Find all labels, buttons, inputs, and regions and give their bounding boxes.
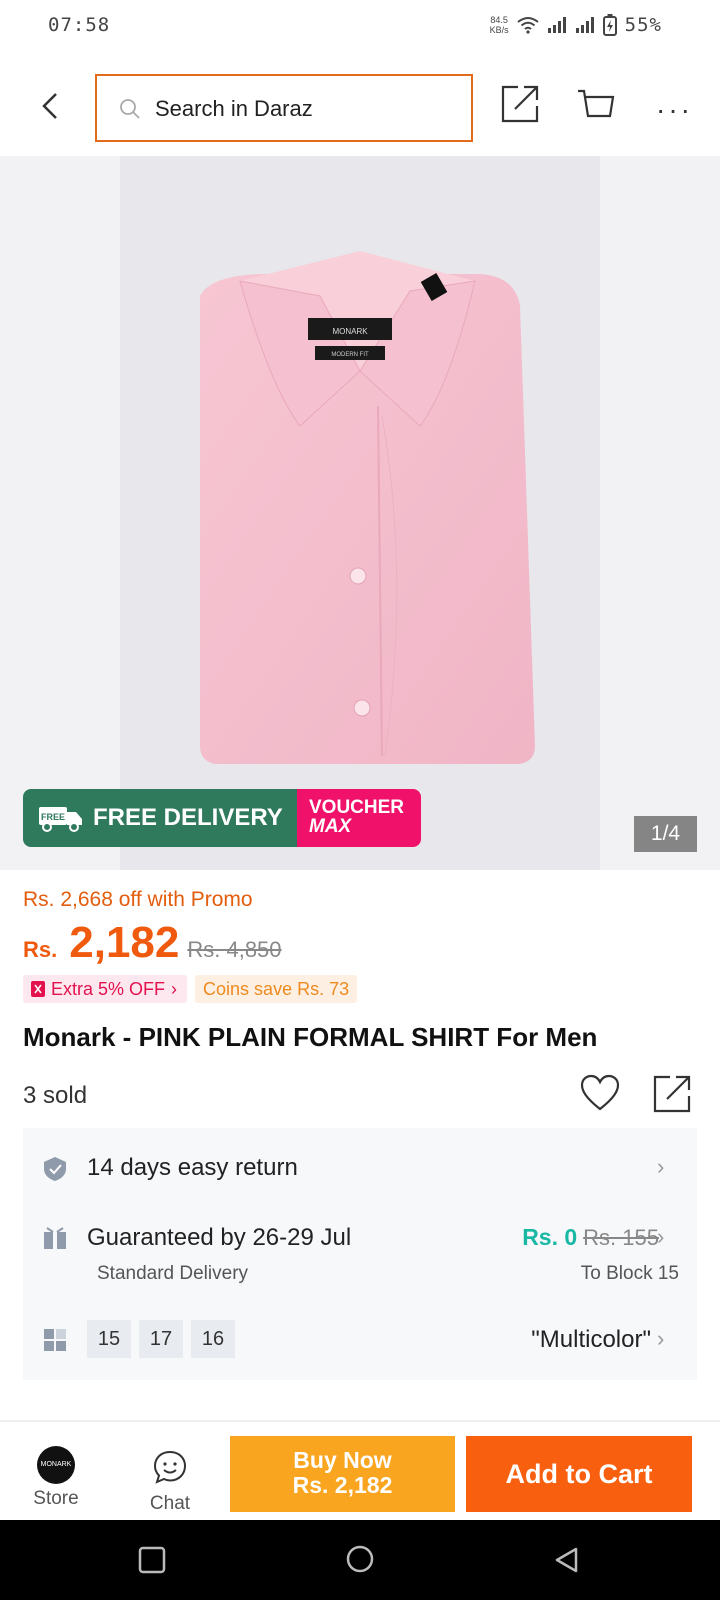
free-delivery-section: FREE FREE DELIVERY [23, 789, 297, 847]
wifi-icon [517, 17, 539, 34]
network-speed: 84.5 KB/s [489, 15, 509, 35]
delivery-location: To Block 15 [580, 1263, 679, 1284]
store-logo: MONARK [37, 1446, 75, 1484]
shield-check-icon [44, 1157, 66, 1181]
status-icons: 84.5 KB/s 55% [490, 14, 662, 36]
size-options: 15 17 16 [87, 1320, 235, 1358]
delivery-box-icon [44, 1227, 66, 1249]
status-bar: 07:58 84.5 KB/s 55% [0, 0, 720, 56]
system-nav-bar [0, 1520, 720, 1600]
search-placeholder: Search in Daraz [155, 96, 313, 121]
wishlist-heart-icon[interactable] [580, 1074, 620, 1112]
chevron-right-icon[interactable]: › [657, 1154, 664, 1180]
signal-icon-2 [575, 17, 594, 33]
info-card: 14 days easy return › Guaranteed by 26-2… [23, 1128, 697, 1380]
more-options-icon[interactable]: ··· [656, 94, 693, 126]
signal-icon [547, 17, 566, 33]
coins-tag: Coins save Rs. 73 [195, 975, 358, 1003]
delivery-truck-icon: FREE [39, 807, 82, 832]
size-option[interactable]: 17 [139, 1320, 183, 1358]
extra-off-tag[interactable]: Extra 5% OFF › [23, 975, 188, 1003]
size-option[interactable]: 15 [87, 1320, 131, 1358]
product-title: Monark - PINK PLAIN FORMAL SHIRT For Men [23, 1022, 598, 1052]
return-policy[interactable]: 14 days easy return [87, 1154, 298, 1182]
chat-icon [153, 1450, 187, 1484]
free-delivery-text: FREE DELIVERY [93, 804, 283, 831]
search-icon [120, 99, 140, 119]
svg-text:MODERN FIT: MODERN FIT [331, 352, 369, 358]
price-currency: Rs. [23, 937, 58, 962]
cart-icon[interactable] [576, 86, 616, 124]
price-tags: Extra 5% OFF › Coins save Rs. 73 [23, 975, 358, 1003]
chat-label: Chat [149, 1493, 191, 1514]
add-to-cart-button[interactable]: Add to Cart [466, 1436, 692, 1512]
back-arrow-icon[interactable] [30, 86, 70, 126]
store-button[interactable]: MONARK Store [22, 1446, 90, 1510]
recent-apps-icon[interactable] [138, 1546, 166, 1574]
delivery-guarantee[interactable]: Guaranteed by 26-29 Jul [87, 1224, 351, 1252]
store-label: Store [33, 1488, 79, 1509]
chat-button[interactable]: Chat [136, 1450, 204, 1515]
shirt-illustration: MONARK MODERN FIT [120, 156, 600, 870]
size-option[interactable]: 16 [191, 1320, 235, 1358]
search-input[interactable]: Search in Daraz [95, 74, 473, 142]
variant-grid-icon [44, 1329, 66, 1351]
chevron-right-icon: › [171, 978, 178, 999]
voucher-max-section: VOUCHER MAX [297, 789, 421, 847]
status-time: 07:58 [48, 14, 111, 36]
svg-text:FREE: FREE [41, 812, 65, 822]
back-nav-icon[interactable] [552, 1546, 580, 1574]
product-photo: MONARK MODERN FIT [120, 156, 600, 870]
battery-percent: 55% [624, 14, 662, 36]
share-icon[interactable] [500, 84, 540, 124]
color-variant[interactable]: "Multicolor" [531, 1326, 651, 1354]
buy-now-button[interactable]: Buy Now Rs. 2,182 [230, 1436, 455, 1512]
price-amount: 2,182 [69, 918, 180, 967]
image-counter: 1/4 [634, 816, 697, 852]
delivery-type: Standard Delivery [97, 1263, 249, 1284]
price-row: Rs. 2,182 Rs. 4,850 [23, 918, 282, 968]
home-icon[interactable] [345, 1544, 375, 1574]
chevron-right-icon[interactable]: › [657, 1326, 664, 1352]
shipping-price: Rs. 0 Rs. 155 [522, 1224, 659, 1250]
chevron-right-icon[interactable]: › [657, 1224, 664, 1250]
product-gallery[interactable]: MONARK MODERN FIT [0, 156, 720, 870]
bottom-action-bar: MONARK Store Chat Buy Now Rs. 2,182 Add … [0, 1422, 720, 1520]
free-delivery-banner: FREE FREE DELIVERY VOUCHER MAX [23, 789, 421, 847]
top-bar: Search in Daraz ··· [0, 64, 720, 148]
svg-text:MONARK: MONARK [332, 327, 368, 336]
battery-charging-icon [602, 14, 617, 36]
sold-count: 3 sold [23, 1082, 88, 1109]
voucher-icon [31, 981, 45, 997]
promo-text[interactable]: Rs. 2,668 off with Promo [23, 888, 253, 912]
original-price: Rs. 4,850 [187, 937, 282, 962]
share-product-icon[interactable] [652, 1074, 692, 1114]
